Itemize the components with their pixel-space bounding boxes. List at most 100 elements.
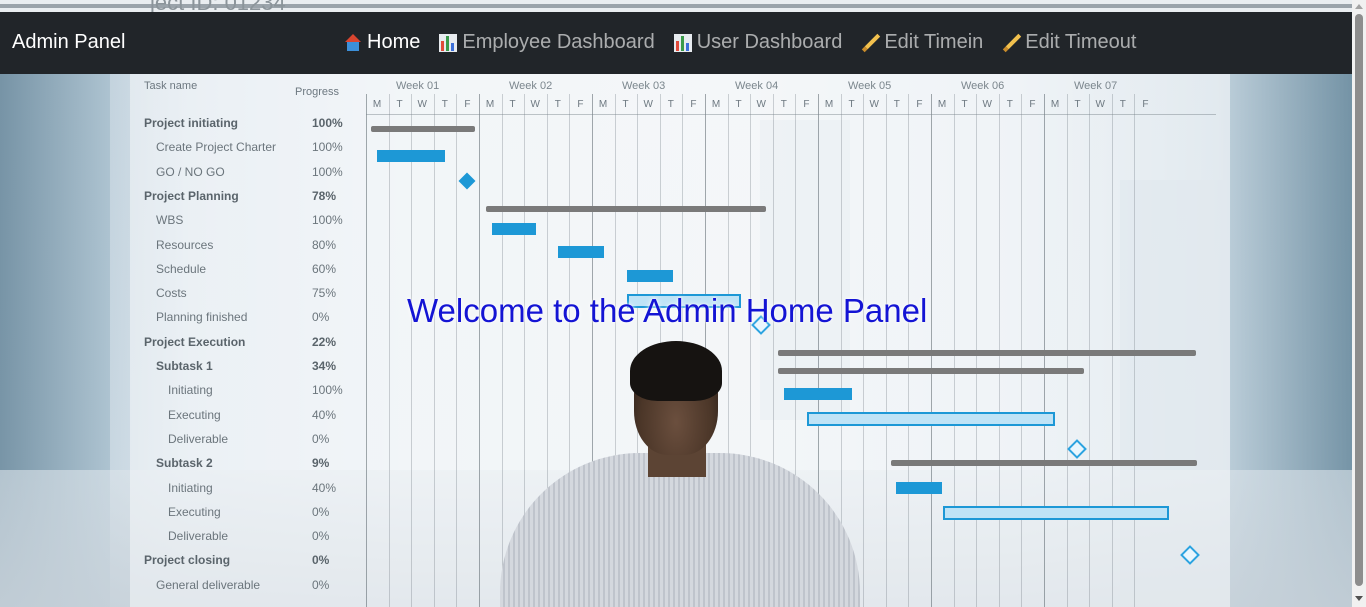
gantt-day-label: F: [1142, 99, 1149, 110]
gantt-task-progress: 0%: [312, 504, 330, 519]
top-strip: ject ID: 01234: [0, 0, 1352, 15]
hair: [630, 341, 722, 401]
gantt-grid-line: [433, 94, 435, 607]
navbar: Admin Panel Home Employee Dashboard User…: [0, 12, 1352, 74]
nav-links: Home Employee Dashboard User Dashboard E…: [344, 31, 1155, 54]
gantt-task-progress: 78%: [312, 188, 337, 203]
gantt-grid-line: [456, 94, 458, 607]
gantt-header-line: [366, 114, 1216, 115]
gantt-bar: [627, 270, 673, 282]
gantt-grid-line: [388, 94, 390, 607]
nav-item-employee-dashboard[interactable]: Employee Dashboard: [439, 31, 655, 54]
nav-item-label: User Dashboard: [696, 31, 843, 53]
gantt-task-progress: 100%: [312, 164, 343, 179]
gantt-day-label: T: [1119, 99, 1126, 110]
gantt-task-name: Create Project Charter: [156, 140, 277, 155]
gantt-task-progress: 9%: [312, 456, 330, 471]
gantt-day-label: M: [485, 99, 495, 110]
milestone-diamond: [1180, 545, 1200, 565]
gantt-day-label: M: [824, 99, 834, 110]
gantt-day-label: T: [735, 99, 742, 110]
gantt-day-label: M: [598, 99, 608, 110]
gantt-task-name: Planning finished: [156, 310, 248, 325]
gantt-task-name: Executing: [168, 407, 221, 422]
gantt-day-label: T: [1006, 99, 1013, 110]
gantt-task-name: Project Planning: [144, 188, 239, 203]
gantt-day-label: T: [396, 99, 403, 110]
gantt-day-label: W: [756, 99, 766, 110]
gantt-day-label: W: [530, 99, 540, 110]
nav-item-home[interactable]: Home: [344, 31, 420, 54]
nav-item-edit-timein[interactable]: Edit Timein: [861, 31, 983, 54]
gantt-task-name: Subtask 1: [156, 359, 213, 373]
gantt-day-label: T: [509, 99, 516, 110]
gantt-day-label: T: [893, 99, 900, 110]
scroll-thumb[interactable]: [1355, 14, 1363, 586]
gantt-bar: [492, 223, 536, 235]
gantt-day-label: T: [961, 99, 968, 110]
nav-item-label: Home: [367, 31, 421, 53]
gantt-task-progress: 0%: [312, 431, 330, 446]
gantt-week-label: Week 02: [509, 80, 553, 92]
nav-item-user-dashboard[interactable]: User Dashboard: [673, 31, 843, 54]
gantt-task-name: Costs: [156, 286, 187, 301]
gantt-day-label: F: [577, 99, 584, 110]
gantt-day-label: F: [803, 99, 810, 110]
gantt-task-name: Executing: [168, 504, 221, 519]
vertical-scrollbar[interactable]: [1352, 0, 1366, 607]
gantt-task-progress: 60%: [312, 261, 337, 276]
gantt-task-progress: 0%: [312, 310, 330, 325]
scroll-down-arrow-icon[interactable]: [1355, 596, 1363, 601]
gantt-task-progress: 0%: [312, 577, 330, 592]
gantt-day-label: T: [848, 99, 855, 110]
gantt-task-name: Schedule: [156, 261, 207, 276]
gantt-week-label: Week 07: [1074, 80, 1118, 92]
gantt-task-name: Resources: [156, 237, 214, 252]
gantt-day-label: W: [982, 99, 992, 110]
navbar-brand[interactable]: Admin Panel: [12, 31, 125, 54]
scroll-up-arrow-icon[interactable]: [1355, 4, 1363, 9]
gantt-task-progress: 100%: [312, 116, 343, 130]
progress-header: Progress: [295, 86, 340, 98]
gantt-task-name: Initiating: [168, 383, 213, 398]
gantt-week-label: Week 05: [848, 80, 892, 92]
gantt-day-label: T: [780, 99, 787, 110]
gantt-task-name: Project closing: [144, 553, 231, 568]
milestone-diamond: [1067, 439, 1087, 459]
gantt-day-label: M: [711, 99, 721, 110]
gantt-task-name: Subtask 2: [156, 456, 213, 471]
gantt-day-label: M: [937, 99, 947, 110]
man-silhouette: [500, 341, 860, 607]
gantt-task-name: General deliverable: [156, 577, 261, 592]
gantt-week-label: Week 03: [622, 80, 666, 92]
gantt-task-name: Project initiating: [144, 116, 239, 130]
pencil-icon: [1002, 34, 1020, 52]
bar-chart-icon: [439, 33, 458, 52]
gantt-grid-line: [366, 94, 367, 607]
gantt-task-progress: 40%: [312, 407, 337, 422]
gantt-week-label: Week 06: [961, 80, 1005, 92]
gantt-task-progress: 34%: [312, 359, 337, 373]
gantt-bar: [896, 482, 942, 494]
gantt-task-progress: 75%: [312, 286, 337, 301]
gantt-day-label: M: [1050, 99, 1060, 110]
nav-item-label: Edit Timein: [884, 31, 984, 53]
house-icon: [344, 33, 362, 52]
nav-item-edit-timeout[interactable]: Edit Timeout: [1002, 31, 1136, 54]
gantt-bar: [377, 150, 445, 162]
gantt-grid-line: [411, 94, 413, 607]
gantt-task-progress: 100%: [312, 383, 343, 398]
gantt-bar: [486, 206, 766, 212]
gantt-task-name: Project Execution: [144, 334, 246, 349]
task-name-header: Task name: [144, 80, 198, 92]
gantt-task-progress: 80%: [312, 237, 337, 252]
gantt-bar: [891, 460, 1197, 466]
gantt-task-progress: 22%: [312, 334, 337, 349]
pencil-icon: [861, 34, 879, 52]
gantt-task-name: Initiating: [168, 480, 213, 495]
gantt-day-label: W: [417, 99, 427, 110]
gantt-task-progress: 100%: [312, 140, 343, 155]
gantt-day-label: T: [1074, 99, 1081, 110]
gantt-day-label: F: [690, 99, 697, 110]
gantt-bar: [371, 126, 475, 132]
